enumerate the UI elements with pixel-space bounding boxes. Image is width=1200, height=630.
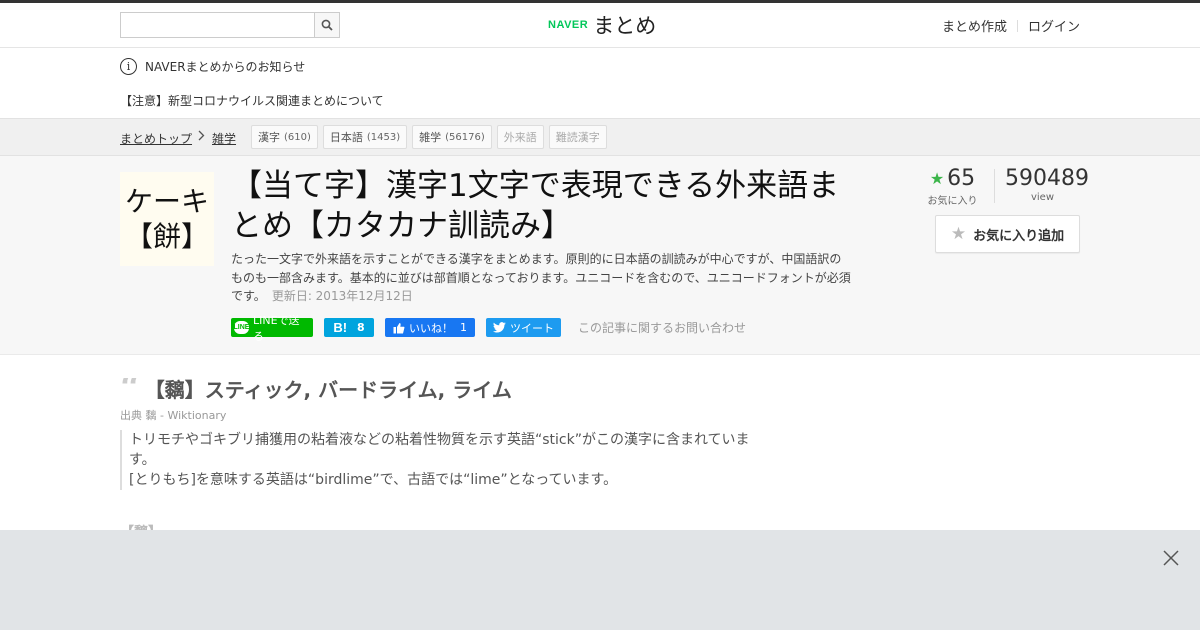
add-favorite-label: お気に入り追加 — [973, 228, 1065, 244]
hatena-count: 8 — [357, 321, 365, 334]
breadcrumb-category[interactable]: 雑学 — [212, 130, 236, 147]
share-bar: LINE LINEで送る B! 8 いいね！ 1 ツイート この記事に関するお問… — [231, 314, 746, 343]
views-label: view — [1030, 192, 1055, 203]
tag-item[interactable]: 漢字 (610) — [251, 125, 318, 149]
add-favorite-button[interactable]: ★ お気に入り追加 — [935, 215, 1080, 253]
article-description: たった一文字で外来語を示すことができる漢字をまとめます。原則的に日本語の訓読みが… — [231, 250, 851, 306]
tag-item[interactable]: 雑学 (56176) — [412, 125, 492, 149]
breadcrumb-top[interactable]: まとめトップ — [120, 130, 192, 147]
create-matome-link[interactable]: まとめ作成 — [942, 16, 1007, 35]
tag-list: 漢字 (610) 日本語 (1453) 雑学 (56176) 外来語 難読漢字 — [251, 125, 607, 149]
site-logo[interactable]: NAVER まとめ — [548, 10, 656, 40]
stats-divider — [994, 169, 995, 203]
quote-source[interactable]: 出典 黐 - Wiktionary — [120, 407, 226, 423]
login-link[interactable]: ログイン — [1028, 16, 1080, 35]
page-title: 【当て字】漢字1文字で表現できる外来語まとめ【カタカナ訓読み】 — [231, 168, 840, 244]
tag-item[interactable]: 日本語 (1453) — [322, 125, 408, 149]
hatena-bookmark-button[interactable]: B! 8 — [324, 318, 374, 337]
tag-label: 外来語 — [503, 131, 537, 144]
quote-body: トリモチやゴキブリ捕獲用の粘着液などの粘着性物質を示す英語“stick”がこの漢… — [120, 430, 750, 490]
quote-heading: “ 【黐】スティック, バードライム, ライム — [120, 374, 512, 403]
site-header: NAVER まとめ まとめ作成 ログイン — [0, 3, 1200, 48]
tweet-label: ツイート — [510, 321, 554, 335]
views-stat: 590489 view — [1005, 166, 1089, 203]
header-divider — [1016, 19, 1018, 32]
favorites-stat: ★ 65 お気に入り — [925, 166, 980, 207]
notice-heading: i NAVERまとめからのお知らせ — [120, 58, 305, 75]
views-count: 590489 — [1005, 166, 1089, 191]
close-icon — [1163, 550, 1179, 566]
contact-link[interactable]: この記事に関するお問い合わせ — [578, 319, 746, 336]
notice-section: i NAVERまとめからのお知らせ 【注意】新型コロナウイルス関連まとめについて — [0, 48, 1200, 118]
facebook-like-button[interactable]: いいね！ 1 — [385, 318, 475, 337]
hatena-icon: B! — [333, 320, 348, 335]
article-stats: ★ 65 お気に入り 590489 view — [925, 166, 1089, 207]
star-icon: ★ — [929, 169, 945, 188]
tag-label: 難読漢字 — [555, 131, 600, 144]
quote-icon: “ — [120, 377, 141, 400]
header-links: まとめ作成 ログイン — [942, 16, 1080, 35]
article-content: “ 【黐】スティック, バードライム, ライム 出典 黐 - Wiktionar… — [0, 356, 1200, 541]
facebook-like-label: いいね！ — [409, 321, 453, 335]
search-icon — [321, 19, 333, 31]
logo-brand: NAVER — [548, 19, 589, 31]
bottom-overlay-banner — [0, 530, 1200, 630]
tag-label: 日本語 — [329, 131, 363, 144]
favorites-count-row: ★ 65 — [925, 166, 980, 192]
favorites-label: お気に入り — [927, 196, 978, 207]
tag-count: (1453) — [366, 131, 401, 143]
line-share-label: LINEで送る — [253, 313, 300, 343]
quote-line: す。 — [129, 452, 156, 468]
quote-title: 【黐】スティック, バードライム, ライム — [144, 378, 512, 402]
line-icon: LINE — [234, 321, 249, 334]
search-input[interactable] — [121, 13, 315, 37]
article-thumbnail[interactable]: ケーキ 【餅】 — [120, 172, 214, 266]
tag-label: 雑学 — [419, 131, 442, 144]
tag-item[interactable]: 外来語 — [496, 125, 544, 149]
info-icon: i — [120, 58, 137, 75]
close-button[interactable] — [1161, 548, 1181, 568]
quote-line: [とりもち]を意味する英語は“birdlime”で、古語では“lime”となって… — [129, 472, 618, 488]
search-box — [120, 12, 340, 38]
breadcrumb: まとめトップ 雑学 漢字 (610) 日本語 (1453) 雑学 (56176) 外来… — [0, 118, 1200, 156]
chevron-right-icon — [198, 130, 205, 144]
updated-date: 更新日: 2013年12月12日 — [271, 289, 413, 303]
thumbnail-line-2: 【餅】 — [124, 220, 209, 253]
notice-link[interactable]: 【注意】新型コロナウイルス関連まとめについて — [120, 92, 384, 109]
twitter-bird-icon — [493, 322, 506, 333]
thumbs-up-icon — [393, 322, 405, 333]
favorites-count: 65 — [947, 166, 976, 191]
quote-line: トリモチやゴキブリ捕獲用の粘着液などの粘着性物質を示す英語“stick”がこの漢… — [129, 432, 750, 448]
tag-count: (56176) — [445, 131, 485, 143]
article-header: ケーキ 【餅】 【当て字】漢字1文字で表現できる外来語まとめ【カタカナ訓読み】 … — [0, 156, 1200, 355]
logo-name: まとめ — [593, 14, 657, 38]
tag-label: 漢字 — [258, 131, 280, 144]
star-icon: ★ — [950, 224, 967, 244]
search-button[interactable] — [314, 13, 339, 37]
tweet-button[interactable]: ツイート — [486, 318, 561, 337]
tag-count: (610) — [284, 131, 311, 143]
thumbnail-line-1: ケーキ — [124, 185, 209, 218]
facebook-like-count: 1 — [460, 321, 467, 334]
notice-heading-text: NAVERまとめからのお知らせ — [145, 60, 306, 74]
line-share-button[interactable]: LINE LINEで送る — [231, 314, 313, 343]
tag-item[interactable]: 難読漢字 — [548, 125, 607, 149]
